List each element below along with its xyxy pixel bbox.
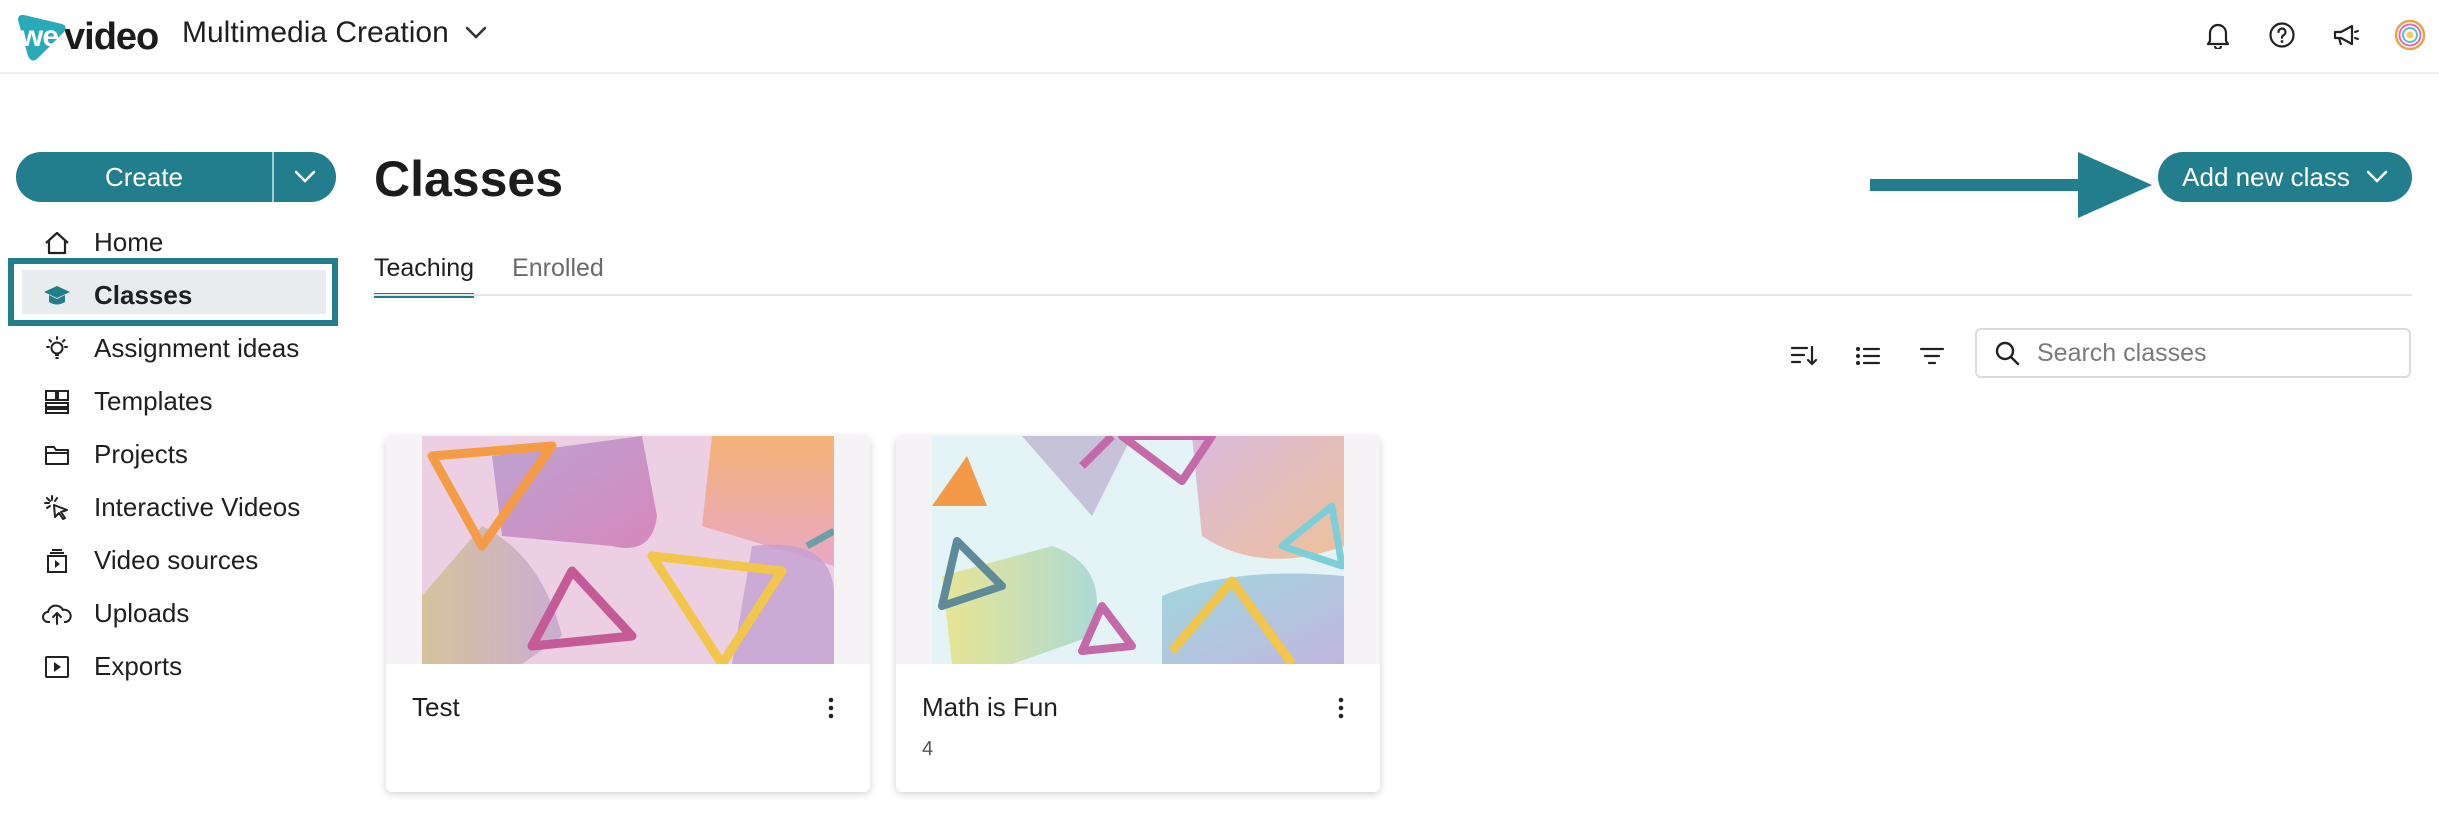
workspace-name: Multimedia Creation (182, 16, 449, 49)
sidebar-nav: Home Classes Assignment ideas Templates … (0, 216, 340, 693)
megaphone-icon[interactable] (2329, 18, 2363, 52)
page-title: Classes (374, 151, 564, 207)
class-title: Test (412, 692, 460, 722)
chevron-down-icon (294, 170, 316, 183)
home-icon (40, 226, 74, 260)
annotation-arrow (1870, 152, 2152, 218)
sidebar-item-label: Exports (94, 651, 183, 681)
cloud-upload-icon (40, 597, 74, 631)
create-button-group: Create (16, 152, 336, 202)
sidebar-item-label: Templates (94, 386, 213, 416)
sidebar-item-home[interactable]: Home (0, 216, 340, 269)
user-avatar[interactable] (2393, 18, 2427, 52)
tabs-divider (374, 294, 2412, 296)
search-classes-field[interactable] (1975, 328, 2411, 378)
more-vertical-icon[interactable] (1326, 690, 1356, 726)
sidebar-item-uploads[interactable]: Uploads (0, 587, 340, 640)
sidebar-item-label: Uploads (94, 598, 190, 628)
cursor-click-icon (40, 491, 74, 525)
class-card[interactable]: Math is Fun 4 (896, 436, 1380, 792)
sidebar-item-label: Home (94, 227, 164, 257)
add-new-class-button[interactable]: Add new class (2158, 152, 2412, 202)
graduation-cap-icon (40, 279, 74, 313)
logo-wordmark: video (64, 15, 159, 58)
tab-enrolled[interactable]: Enrolled (512, 254, 604, 298)
class-card[interactable]: Test (386, 436, 870, 792)
sidebar-item-assignment-ideas[interactable]: Assignment ideas (0, 322, 340, 375)
tab-teaching[interactable]: Teaching (374, 254, 475, 298)
folder-icon (40, 438, 74, 472)
video-sources-icon (40, 544, 74, 578)
more-vertical-icon[interactable] (816, 690, 846, 726)
sidebar-item-label: Assignment ideas (94, 333, 300, 363)
wevideo-logo[interactable]: we video (14, 12, 159, 62)
create-dropdown-button[interactable] (272, 152, 336, 202)
class-title: Math is Fun (922, 692, 1058, 722)
sidebar-item-video-sources[interactable]: Video sources (0, 534, 340, 587)
lightbulb-icon (40, 332, 74, 366)
search-icon (1995, 341, 2020, 366)
filter-icon[interactable] (1914, 338, 1950, 374)
sidebar-item-interactive-videos[interactable]: Interactive Videos (0, 481, 340, 534)
help-icon[interactable] (2265, 18, 2299, 52)
search-input[interactable] (2035, 337, 2399, 369)
sidebar-item-label: Classes (94, 280, 193, 310)
class-thumbnail (386, 436, 870, 664)
bell-icon[interactable] (2201, 18, 2235, 52)
sidebar-item-label: Projects (94, 439, 188, 469)
sidebar-item-classes[interactable]: Classes (0, 269, 340, 322)
sort-icon[interactable] (1786, 338, 1822, 374)
workspace-switcher[interactable]: Multimedia Creation (182, 16, 487, 50)
list-view-icon[interactable] (1850, 338, 1886, 374)
sidebar-item-label: Interactive Videos (94, 492, 301, 522)
chevron-down-icon (465, 26, 487, 39)
top-bar: we video Multimedia Creation (0, 0, 2439, 74)
export-icon (40, 650, 74, 684)
sidebar-item-templates[interactable]: Templates (0, 375, 340, 428)
sidebar-item-exports[interactable]: Exports (0, 640, 340, 693)
add-new-class-label: Add new class (2182, 161, 2350, 192)
chevron-down-icon (2366, 170, 2388, 183)
class-student-count: 4 (922, 738, 934, 760)
sidebar-item-label: Video sources (94, 545, 259, 575)
create-button[interactable]: Create (16, 152, 272, 202)
templates-icon (40, 385, 74, 419)
class-tabs: Teaching Enrolled (374, 254, 604, 298)
logo-badge: we (14, 12, 68, 62)
class-thumbnail (896, 436, 1380, 664)
sidebar-item-projects[interactable]: Projects (0, 428, 340, 481)
